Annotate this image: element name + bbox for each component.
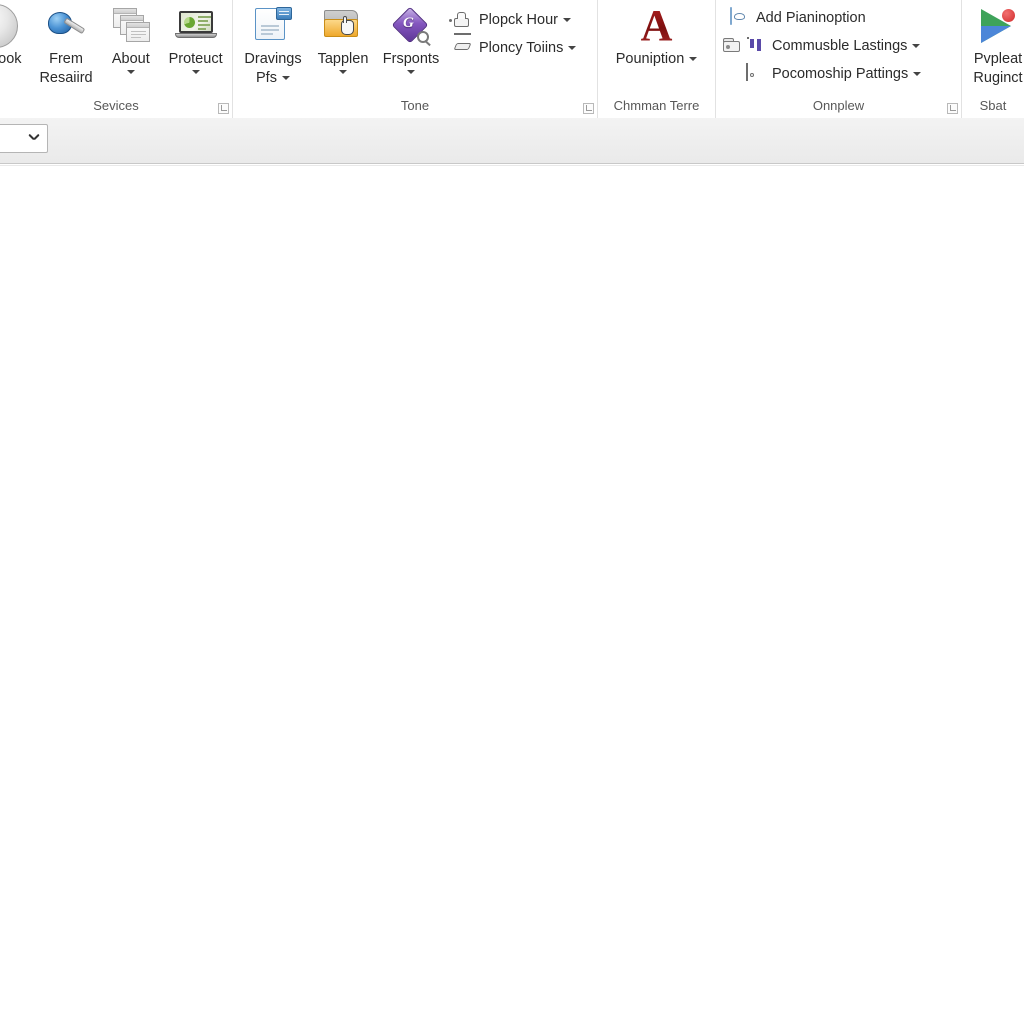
button-commusble-lastings[interactable]: Commusble Lastings: [718, 32, 957, 60]
archive-icon: [722, 36, 742, 56]
ribbon-group-onnplew: Add Pianinoption Commusble Lastings Poco…: [715, 0, 961, 118]
button-ook-label: ook: [0, 51, 22, 67]
button-plopck-hour[interactable]: Plopck Hour: [449, 6, 580, 34]
purple-diamond-magnifier-icon: G: [389, 4, 433, 48]
chevron-down-icon[interactable]: [568, 46, 577, 50]
button-pouniption[interactable]: A Pouniption: [602, 2, 711, 69]
chevron-down-icon[interactable]: [29, 135, 40, 142]
toolbar-strip: [0, 118, 1024, 164]
ribbon-group-tone-small-buttons: Plopck Hour Ploncy Toiins: [449, 2, 580, 62]
note-icon: [730, 7, 750, 28]
button-ook[interactable]: ook: [0, 2, 34, 69]
button-frem-resaiird-label: Frem: [49, 51, 83, 67]
button-proteuct[interactable]: Proteuct: [163, 2, 228, 74]
dialog-launcher-icon[interactable]: [947, 103, 958, 114]
button-frsponts[interactable]: G Frsponts: [377, 2, 445, 74]
document-canvas[interactable]: [0, 165, 1024, 1024]
ribbon-group-onnplew-footer: Onnplew: [716, 96, 961, 118]
ribbon-group-tone: Dravings Pfs Tapplen G Frsponts Plopck H…: [232, 0, 597, 118]
button-ploncy-toiins[interactable]: Ploncy Toiins: [449, 33, 580, 62]
ribbon-group-tone-footer: Tone: [233, 96, 597, 118]
stamp-icon: [449, 10, 473, 30]
chevron-down-icon[interactable]: [689, 57, 698, 62]
button-frsponts-label: Frsponts: [382, 51, 440, 67]
chart-columns-icon: [746, 36, 766, 56]
button-dravings-pfs-label2: Pfs: [256, 69, 290, 88]
application-window: ook Frem Resaiird About Proteuct Sevices…: [0, 0, 1024, 1024]
blue-document-icon: [251, 4, 295, 48]
button-dravings-pfs[interactable]: Dravings Pfs: [237, 2, 309, 88]
button-pouniption-label-wrap: Pouniption: [616, 50, 698, 69]
button-tapplen[interactable]: Tapplen: [309, 2, 377, 74]
ribbon-group-services-body: ook Frem Resaiird About Proteuct: [0, 0, 232, 96]
ribbon-group-services-footer: Sevices: [0, 96, 232, 118]
ribbon-group-chmman-terre-body: A Pouniption: [598, 0, 715, 96]
ribbon-group-services: ook Frem Resaiird About Proteuct Sevices: [0, 0, 232, 118]
button-pocomoship-pattings-label: Pocomoship Pattings: [772, 66, 909, 82]
ribbon-group-onnplew-body: Add Pianinoption Commusble Lastings Poco…: [716, 0, 961, 96]
button-commusble-lastings-label: Commusble Lastings: [772, 38, 908, 54]
folder-hand-icon: [321, 4, 365, 48]
chevron-down-icon[interactable]: [407, 70, 415, 74]
button-about[interactable]: About: [98, 2, 163, 74]
red-letter-a-icon: A: [635, 4, 679, 48]
button-add-pianinoption[interactable]: Add Pianinoption: [726, 4, 957, 32]
dialog-launcher-icon[interactable]: [583, 103, 594, 114]
ribbon-group-chmman-terre-footer: Chmman Terre: [598, 96, 715, 118]
chevron-down-icon[interactable]: [126, 70, 135, 74]
ribbon-group-tone-label: Tone: [400, 98, 430, 113]
laptop-chart-icon: [174, 4, 218, 48]
button-frem-resaiird[interactable]: Frem Resaiird: [34, 2, 99, 88]
chevron-down-icon[interactable]: [913, 72, 922, 76]
pen-icon: [453, 33, 473, 58]
ribbon-group-sbat: Pvpleat Ruginct Sbat: [961, 0, 1024, 118]
dialog-launcher-icon[interactable]: [218, 103, 229, 114]
ribbon-group-services-label: Sevices: [93, 98, 139, 113]
ribbon-group-chmman-terre: A Pouniption Chmman Terre: [597, 0, 715, 118]
button-pvpleat-ruginct-label: Pvpleat: [973, 51, 1023, 67]
style-combo[interactable]: [0, 124, 48, 153]
chevron-down-icon[interactable]: [339, 70, 347, 74]
button-pouniption-label: Pouniption: [615, 51, 685, 67]
ribbon-group-onnplew-label: Onnplew: [812, 98, 865, 113]
ribbon-group-chmman-terre-label: Chmman Terre: [613, 98, 700, 113]
ribbon-group-onnplew-list: Add Pianinoption Commusble Lastings Poco…: [720, 2, 957, 88]
chevron-down-icon[interactable]: [562, 18, 571, 22]
button-dravings-pfs-label2-text: Pfs: [256, 70, 277, 86]
ribbon-group-sbat-label: Sbat: [979, 98, 1007, 113]
ribbon-group-sbat-body: Pvpleat Ruginct: [962, 0, 1024, 96]
button-add-pianinoption-label: Add Pianinoption: [756, 10, 866, 26]
button-pocomoship-pattings[interactable]: Pocomoship Pattings: [742, 60, 957, 88]
compass-icon: [0, 4, 32, 48]
button-plopck-hour-label: Plopck Hour: [479, 12, 558, 28]
ribbon-group-tone-body: Dravings Pfs Tapplen G Frsponts Plopck H…: [233, 0, 597, 96]
button-pvpleat-ruginct-label2: Ruginct: [973, 70, 1023, 86]
chevron-down-icon[interactable]: [912, 44, 921, 48]
button-dravings-pfs-label: Dravings: [244, 51, 302, 67]
ribbon: ook Frem Resaiird About Proteuct Sevices…: [0, 0, 1024, 119]
paint-helmet-icon: [44, 4, 88, 48]
button-ploncy-toiins-label: Ploncy Toiins: [479, 40, 564, 56]
button-about-label: About: [111, 51, 150, 67]
stacked-windows-icon: [109, 4, 153, 48]
maps-pin-icon: [976, 4, 1020, 48]
button-pvpleat-ruginct[interactable]: Pvpleat Ruginct: [972, 2, 1024, 88]
button-tapplen-label: Tapplen: [317, 51, 369, 67]
ribbon-group-sbat-footer: Sbat: [962, 96, 1024, 118]
button-proteuct-label: Proteuct: [168, 51, 223, 67]
chevron-down-icon[interactable]: [281, 76, 290, 81]
chevron-down-icon[interactable]: [191, 70, 200, 74]
button-frem-resaiird-label2: Resaiird: [39, 70, 93, 86]
page-icon: [746, 63, 766, 84]
